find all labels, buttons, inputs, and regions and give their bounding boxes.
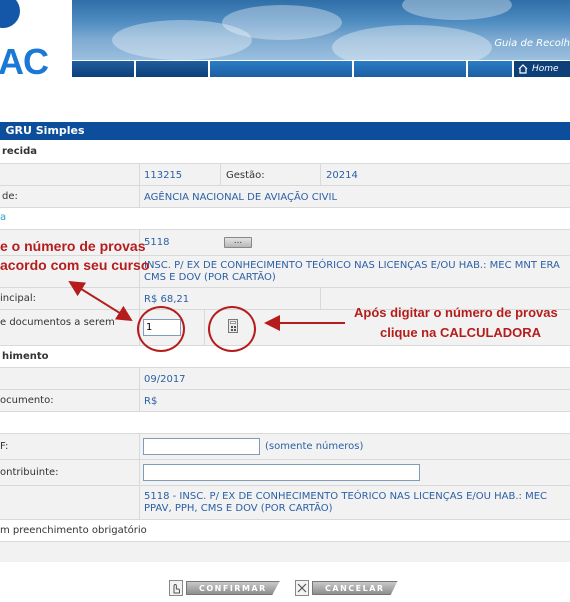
quantidade-label: e documentos a serem (0, 316, 115, 328)
cancel-button[interactable]: CANCELAR (295, 580, 398, 596)
form-row-spacer: a (0, 208, 570, 230)
valor-doc-label: ocumento: (0, 395, 54, 406)
nav-segment[interactable] (72, 61, 134, 77)
ug-code-value: 113215 (144, 170, 183, 181)
form-row-note: m preenchimento obrigatório (0, 520, 570, 542)
form-row-cpf: F: (somente números) (0, 434, 570, 460)
principal-value: R$ 68,21 (144, 294, 190, 305)
codigo-value: 5118 (144, 237, 170, 248)
close-icon (295, 580, 309, 596)
form-row-ug: 113215 Gestão: 20214 (0, 164, 570, 186)
form-row-resumo: 5118 - INSC. P/ EX DE CONHECIMENTO TEÓRI… (0, 486, 570, 520)
annotation-left-line1: e o número de provas (0, 238, 146, 254)
highlight-ring-calculator (208, 306, 256, 352)
home-icon (518, 64, 528, 74)
home-label: Home (532, 64, 559, 74)
principal-label: incipal: (0, 293, 37, 304)
form-row-competencia: 09/2017 (0, 368, 570, 390)
cpf-input[interactable] (143, 438, 260, 455)
logo-emblem (0, 0, 20, 28)
highlight-ring-quantity (137, 306, 185, 352)
contribuinte-input[interactable] (143, 464, 420, 481)
obrigatorio-note: m preenchimento obrigatório (0, 525, 147, 536)
header-banner: Guia de Recolh (72, 0, 570, 60)
nav-bar: Home (72, 60, 570, 78)
hand-pointer-icon (169, 580, 183, 596)
annotation-left-line2: acordo com seu curso (0, 257, 150, 273)
gestao-label: Gestão: (226, 170, 265, 181)
form-row-valor-documento: ocumento: R$ (0, 390, 570, 412)
unidade-value: AGÊNCIA NACIONAL DE AVIAÇÃO CIVIL (144, 192, 338, 203)
cpf-label: F: (0, 441, 9, 452)
contribuinte-label: ontribuinte: (0, 467, 59, 478)
home-link[interactable]: Home (514, 61, 570, 77)
confirm-button[interactable]: CONFIRMAR (169, 580, 280, 596)
confirm-label: CONFIRMAR (186, 581, 280, 595)
resumo-line1: 5118 - INSC. P/ EX DE CONHECIMENTO TEÓRI… (144, 491, 548, 502)
section-header: recida (0, 140, 570, 164)
page-title: GRU Simples (0, 122, 570, 140)
gestao-value: 20214 (326, 170, 358, 181)
descricao-line2: CMS E DOV (POR CARTÃO) (144, 272, 276, 283)
descricao-line1: INSC. P/ EX DE CONHECIMENTO TEÓRICO NAS … (144, 260, 560, 271)
cpf-hint: (somente números) (265, 441, 364, 452)
anac-logo: AC (0, 0, 72, 88)
nav-segment[interactable] (210, 61, 352, 77)
lookup-button[interactable]: ... (224, 237, 252, 248)
blue-marker: a (0, 212, 7, 223)
logo-text: AC (0, 41, 49, 82)
valor-doc-value: R$ (144, 396, 158, 407)
nav-segment[interactable] (354, 61, 466, 77)
form-footer-bar (0, 542, 570, 562)
nav-segment[interactable] (136, 61, 208, 77)
competencia-value: 09/2017 (144, 374, 186, 385)
annotation-right-line1: Após digitar o número de provas (354, 305, 558, 320)
cancel-label: CANCELAR (312, 581, 398, 595)
nav-segment[interactable] (468, 61, 512, 77)
section-header: himento (0, 346, 570, 368)
resumo-line2: PPAV, PPH, CMS E DOV (POR CARTÃO) (144, 503, 333, 514)
unidade-label: de: (2, 191, 18, 202)
form-row-contribuinte: ontribuinte: (0, 460, 570, 486)
annotation-right-line2: clique na CALCULADORA (380, 325, 542, 340)
banner-title: Guia de Recolh (494, 38, 570, 49)
form-row-spacer (0, 412, 570, 434)
form-row-unidade: de: AGÊNCIA NACIONAL DE AVIAÇÃO CIVIL (0, 186, 570, 208)
